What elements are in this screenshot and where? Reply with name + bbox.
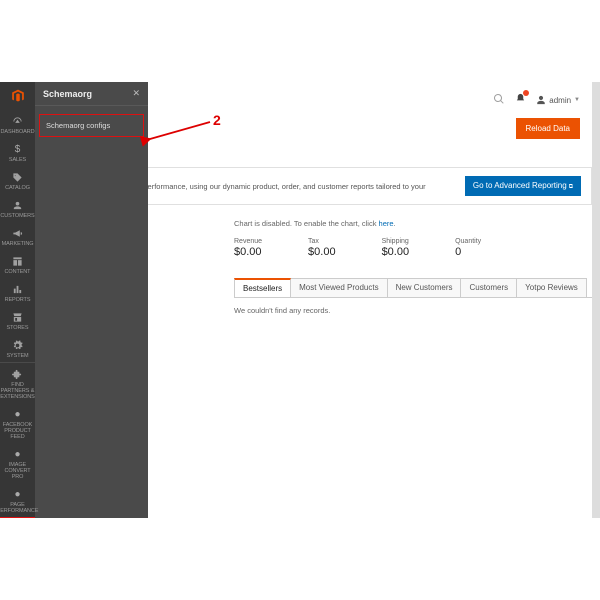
chevron-down-icon: ▼ — [574, 97, 580, 103]
submenu-schemaorg: Schemaorg ✕ Schemaorg configs — [35, 82, 148, 518]
sidebar-item-imageconvert[interactable]: ●IMAGE CONVERT PRO — [0, 443, 35, 483]
tab-customers[interactable]: Customers — [461, 278, 517, 297]
stat-tax: Tax$0.00 — [308, 238, 336, 258]
main-content: admin ▼ Reload Data d of your business' … — [148, 82, 592, 518]
stat-shipping: Shipping$0.00 — [382, 238, 410, 258]
external-icon: ⧉ — [569, 184, 573, 190]
user-menu[interactable]: admin ▼ — [536, 95, 580, 105]
search-icon[interactable] — [493, 93, 505, 108]
dot-icon: ● — [11, 407, 25, 421]
tag-icon — [11, 170, 25, 184]
dot-icon: ● — [11, 447, 25, 461]
sidebar-item-sales[interactable]: $SALES — [0, 138, 35, 166]
chart-disabled-note: Chart is disabled. To enable the chart, … — [234, 215, 592, 232]
sidebar-item-facebook[interactable]: ●FACEBOOK PRODUCT FEED — [0, 403, 35, 443]
user-label: admin — [549, 96, 571, 105]
tab-new-customers[interactable]: New Customers — [388, 278, 462, 297]
sidebar-item-schemaorg[interactable]: ●SCHEMAORG — [0, 517, 35, 518]
sidebar-item-partners[interactable]: FIND PARTNERS & EXTENSIONS — [0, 363, 35, 403]
tab-most-viewed[interactable]: Most Viewed Products — [291, 278, 387, 297]
tab-bestsellers[interactable]: Bestsellers — [234, 278, 291, 297]
sidebar-item-catalog[interactable]: CATALOG — [0, 166, 35, 194]
gear-icon — [11, 338, 25, 352]
sidebar-item-perf[interactable]: ●PAGE PERFORMANCE — [0, 483, 35, 517]
person-icon — [11, 198, 25, 212]
enable-chart-link[interactable]: here — [379, 219, 394, 228]
layout-icon — [11, 254, 25, 268]
submenu-title: Schemaorg — [43, 89, 92, 99]
advanced-button[interactable]: Go to Advanced Reporting⧉ — [465, 176, 581, 196]
dashboard-tabs: Bestsellers Most Viewed Products New Cus… — [234, 278, 592, 297]
sidebar-item-system[interactable]: SYSTEM — [0, 334, 35, 362]
window-scrollbar[interactable] — [592, 82, 600, 518]
close-icon[interactable]: ✕ — [132, 88, 140, 99]
puzzle-icon — [11, 367, 25, 381]
sidebar-item-content[interactable]: CONTENT — [0, 250, 35, 278]
gauge-icon — [11, 114, 25, 128]
megaphone-icon — [11, 226, 25, 240]
sidebar-item-dashboard[interactable]: DASHBOARD — [0, 110, 35, 138]
tab-empty-msg: We couldn't find any records. — [234, 297, 592, 323]
admin-sidebar: DASHBOARD $SALES CATALOG CUSTOMERS MARKE… — [0, 82, 35, 518]
store-icon — [11, 310, 25, 324]
annotation-2: 2 — [213, 112, 221, 128]
sidebar-item-marketing[interactable]: MARKETING — [0, 222, 35, 250]
submenu-link-configs[interactable]: Schemaorg configs — [39, 114, 144, 137]
dot-icon: ● — [11, 487, 25, 501]
notification-icon[interactable] — [515, 93, 526, 107]
sidebar-item-customers[interactable]: CUSTOMERS — [0, 194, 35, 222]
dollar-icon: $ — [11, 142, 25, 156]
reload-button[interactable]: Reload Data — [516, 118, 580, 139]
stat-revenue: Revenue$0.00 — [234, 238, 262, 258]
tab-yotpo[interactable]: Yotpo Reviews — [517, 278, 587, 297]
bars-icon — [11, 282, 25, 296]
magento-logo[interactable] — [0, 82, 35, 110]
sidebar-item-reports[interactable]: REPORTS — [0, 278, 35, 306]
sidebar-item-stores[interactable]: STORES — [0, 306, 35, 334]
stat-quantity: Quantity0 — [455, 238, 481, 258]
